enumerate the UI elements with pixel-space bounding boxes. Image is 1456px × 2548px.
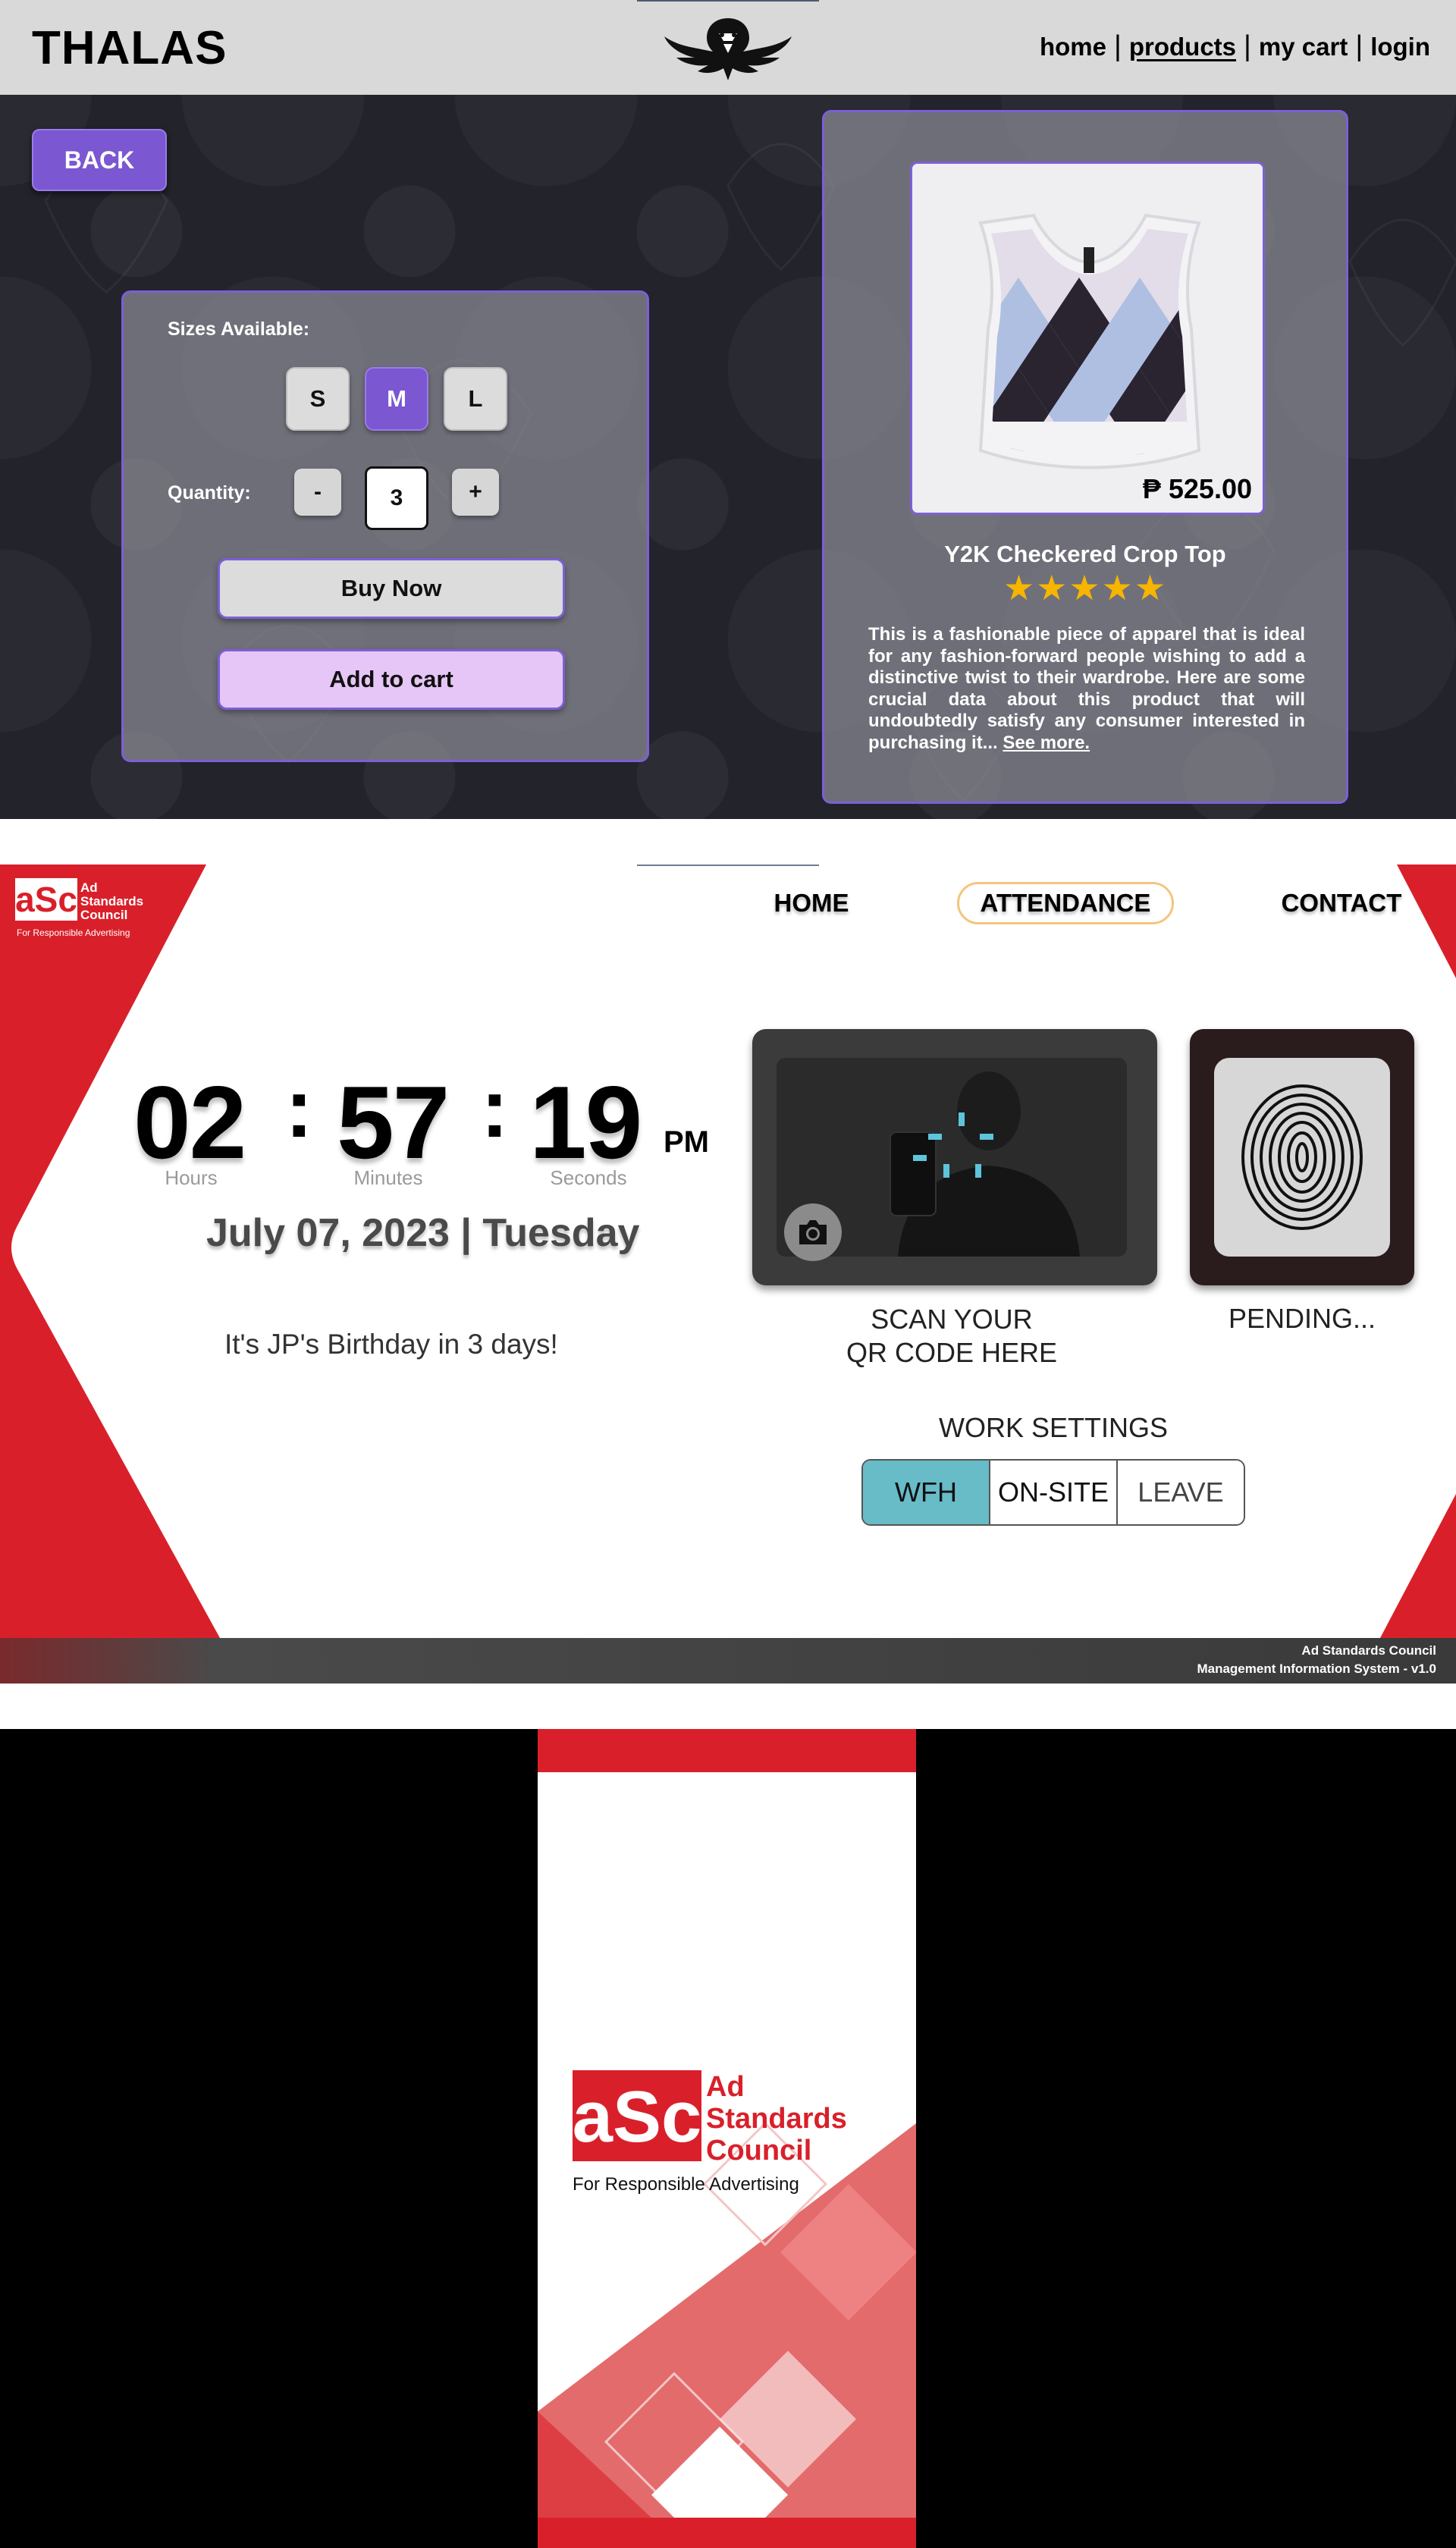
product-image[interactable]: ₱ 525.00 <box>910 162 1265 515</box>
logo-word-ad: Ad <box>706 2071 745 2103</box>
thalas-product-page: THALAS home | products | my cart | login… <box>0 0 1456 819</box>
mobile-splash-frame: aSc Ad Standards Council For Responsible… <box>538 1729 916 2548</box>
clock-colon: : <box>285 1062 313 1155</box>
size-s-button[interactable]: S <box>286 367 350 431</box>
star-rating: ★★★★★ <box>1003 568 1168 607</box>
quantity-increase-button[interactable]: + <box>452 469 499 516</box>
nav-separator: | <box>1355 30 1363 62</box>
splash-bottom-bar <box>538 2518 916 2548</box>
clock-seconds: 19 <box>529 1065 642 1180</box>
nav-separator: | <box>1244 30 1251 62</box>
nav-products-link[interactable]: products <box>1129 33 1236 61</box>
nav-separator: | <box>1113 30 1122 62</box>
qr-scanner-card[interactable] <box>752 1029 1157 1285</box>
product-title: Y2K Checkered Crop Top <box>944 541 1226 567</box>
add-to-cart-button[interactable]: Add to cart <box>218 649 565 710</box>
work-settings-title: WORK SETTINGS <box>938 1412 1168 1443</box>
work-settings-toggle: WFH ON-SITE LEAVE <box>861 1459 1245 1526</box>
splash-tagline: For Responsible Advertising <box>573 2174 799 2195</box>
nav-contact-link[interactable]: CONTACT <box>1274 882 1409 924</box>
work-setting-wfh[interactable]: WFH <box>863 1461 990 1524</box>
scan-qr-instruction: SCAN YOUR QR CODE HERE <box>796 1303 1107 1370</box>
eagle-logo-icon[interactable] <box>661 11 795 83</box>
top-navbar: THALAS home | products | my cart | login <box>0 0 1456 95</box>
back-button[interactable]: BACK <box>32 129 167 191</box>
size-m-button[interactable]: M <box>365 367 428 431</box>
argyle-vest-image <box>912 164 1263 513</box>
nav-login-link[interactable]: login <box>1370 33 1430 61</box>
footer-bar: Ad Standards Council Management Informat… <box>0 1638 1456 1684</box>
quantity-input[interactable]: 3 <box>365 466 428 530</box>
clock-minutes: 57 <box>337 1065 450 1180</box>
clock-ampm: PM <box>664 1125 709 1159</box>
minutes-label: Minutes <box>353 1166 423 1189</box>
clock-hours: 02 <box>133 1065 246 1180</box>
logo-word-standards: Standards <box>706 2103 847 2135</box>
header-divider <box>637 864 819 866</box>
logo-tagline: For Responsible Advertising <box>17 927 130 938</box>
buy-now-button[interactable]: Buy Now <box>218 558 565 619</box>
see-more-link[interactable]: See more. <box>1003 733 1090 753</box>
size-l-button[interactable]: L <box>444 367 507 431</box>
product-description: This is a fashionable piece of apparel t… <box>868 624 1305 754</box>
logo-word-standards: Standards <box>80 894 143 908</box>
nav-home-link[interactable]: HOME <box>758 882 864 924</box>
svg-text:aSc: aSc <box>15 880 77 919</box>
footer-line-1: Ad Standards Council <box>1301 1643 1436 1658</box>
fingerprint-scanner-card[interactable] <box>1190 1029 1414 1285</box>
logo-word-ad: Ad <box>80 880 98 895</box>
scan-line-2: QR CODE HERE <box>846 1337 1058 1368</box>
camera-icon <box>799 1220 827 1244</box>
attendance-dashboard: aSc Ad Standards Council For Responsible… <box>0 864 1456 1684</box>
fingerprint-icon <box>1241 1084 1363 1230</box>
asc-logo-large: aSc Ad Standards Council For Responsible… <box>573 2070 847 2195</box>
logo-word-council: Council <box>80 908 127 922</box>
camera-capture-button[interactable] <box>784 1203 842 1261</box>
seconds-label: Seconds <box>550 1166 627 1189</box>
fingerprint-status: PENDING... <box>1228 1303 1376 1334</box>
footer-line-2: Management Information System - v1.0 <box>1197 1662 1436 1676</box>
product-price: ₱ 525.00 <box>1142 473 1252 504</box>
product-detail-panel: ₱ 525.00 Y2K Checkered Crop Top ★★★★★ Th… <box>822 110 1348 804</box>
nav-cart-link[interactable]: my cart <box>1259 33 1348 61</box>
hours-label: Hours <box>165 1166 218 1189</box>
birthday-notice: It's JP's Birthday in 3 days! <box>224 1329 558 1360</box>
footer-text: Ad Standards Council Management Informat… <box>1197 1642 1436 1678</box>
header-divider <box>637 0 819 2</box>
fingerprint-pad <box>1214 1058 1390 1257</box>
nav-home-link[interactable]: home <box>1040 33 1106 61</box>
logo-word-council: Council <box>706 2135 811 2167</box>
nav-attendance-link[interactable]: ATTENDANCE <box>957 882 1174 924</box>
main-nav: home | products | my cart | login <box>1040 30 1430 63</box>
quantity-decrease-button[interactable]: - <box>294 469 341 516</box>
current-date: July 07, 2023 | Tuesday <box>206 1211 640 1255</box>
logo-mark: aSc <box>573 2076 701 2157</box>
splash-screen: aSc Ad Standards Council For Responsible… <box>0 1729 1456 2548</box>
sizes-label: Sizes Available: <box>168 318 310 340</box>
purchase-options-panel: Sizes Available: S M L Quantity: - 3 + B… <box>121 290 649 762</box>
work-setting-onsite[interactable]: ON-SITE <box>990 1461 1118 1524</box>
asc-logo-small[interactable]: aSc Ad Standards Council For Responsible… <box>15 878 167 946</box>
clock-colon: : <box>481 1062 509 1155</box>
work-setting-leave[interactable]: LEAVE <box>1118 1461 1244 1524</box>
quantity-label: Quantity: <box>168 482 251 504</box>
brand-logo-text[interactable]: THALAS <box>32 21 227 75</box>
scan-line-1: SCAN YOUR <box>871 1304 1033 1335</box>
